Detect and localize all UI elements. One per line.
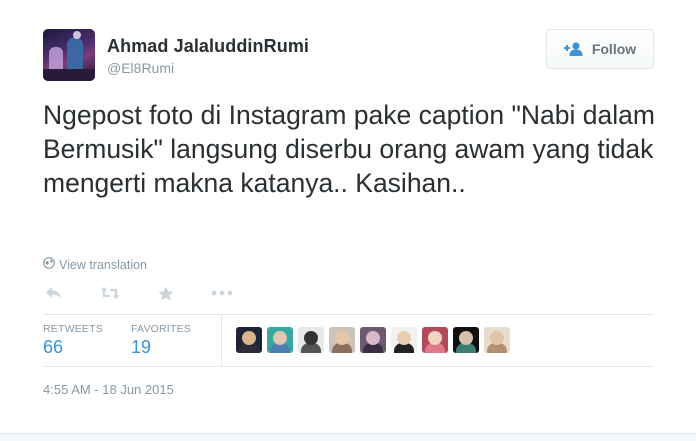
retweet-icon[interactable]	[99, 283, 121, 303]
reply-icon[interactable]	[43, 283, 65, 303]
favorites-count: 19	[131, 337, 152, 357]
more-icon[interactable]	[211, 283, 233, 303]
favoriter-avatar[interactable]	[391, 327, 417, 353]
author-handle[interactable]: @El8Rumi	[107, 60, 174, 76]
favoriter-avatar[interactable]	[236, 327, 262, 353]
favoriter-avatar[interactable]	[267, 327, 293, 353]
favoriter-avatar[interactable]	[484, 327, 510, 353]
follow-user-icon	[563, 42, 584, 56]
favoriter-avatar[interactable]	[329, 327, 355, 353]
retweets-count: 66	[43, 337, 64, 357]
favoriter-avatar[interactable]	[453, 327, 479, 353]
follow-button[interactable]: Follow	[546, 29, 654, 69]
favoriter-avatar[interactable]	[298, 327, 324, 353]
author-name[interactable]: Ahmad JalaluddinRumi	[107, 36, 309, 57]
page-bottom-bar	[0, 433, 696, 441]
retweets-stat[interactable]: RETWEETS 66	[43, 323, 103, 358]
divider	[43, 366, 654, 367]
retweets-label: RETWEETS	[43, 323, 103, 335]
favoriter-avatar[interactable]	[360, 327, 386, 353]
tweet-stats: RETWEETS 66 FAVORITES 19	[43, 315, 654, 366]
favorites-stat[interactable]: FAVORITES 19	[131, 323, 191, 358]
view-translation-label: View translation	[59, 257, 148, 272]
favorite-icon[interactable]	[155, 283, 177, 303]
favoriters-list	[236, 327, 510, 353]
tweet-timestamp[interactable]: 4:55 AM - 18 Jun 2015	[43, 382, 174, 397]
follow-button-label: Follow	[591, 41, 637, 57]
author-avatar[interactable]	[43, 29, 95, 81]
tweet-card: Ahmad JalaluddinRumi @El8Rumi Follow Nge…	[0, 0, 696, 441]
favorites-label: FAVORITES	[131, 323, 191, 335]
tweet-text: Ngepost foto di Instagram pake caption "…	[43, 100, 655, 198]
globe-icon	[43, 257, 55, 272]
divider	[221, 315, 222, 366]
view-translation-link[interactable]: View translation	[43, 257, 147, 272]
favoriter-avatar[interactable]	[422, 327, 448, 353]
